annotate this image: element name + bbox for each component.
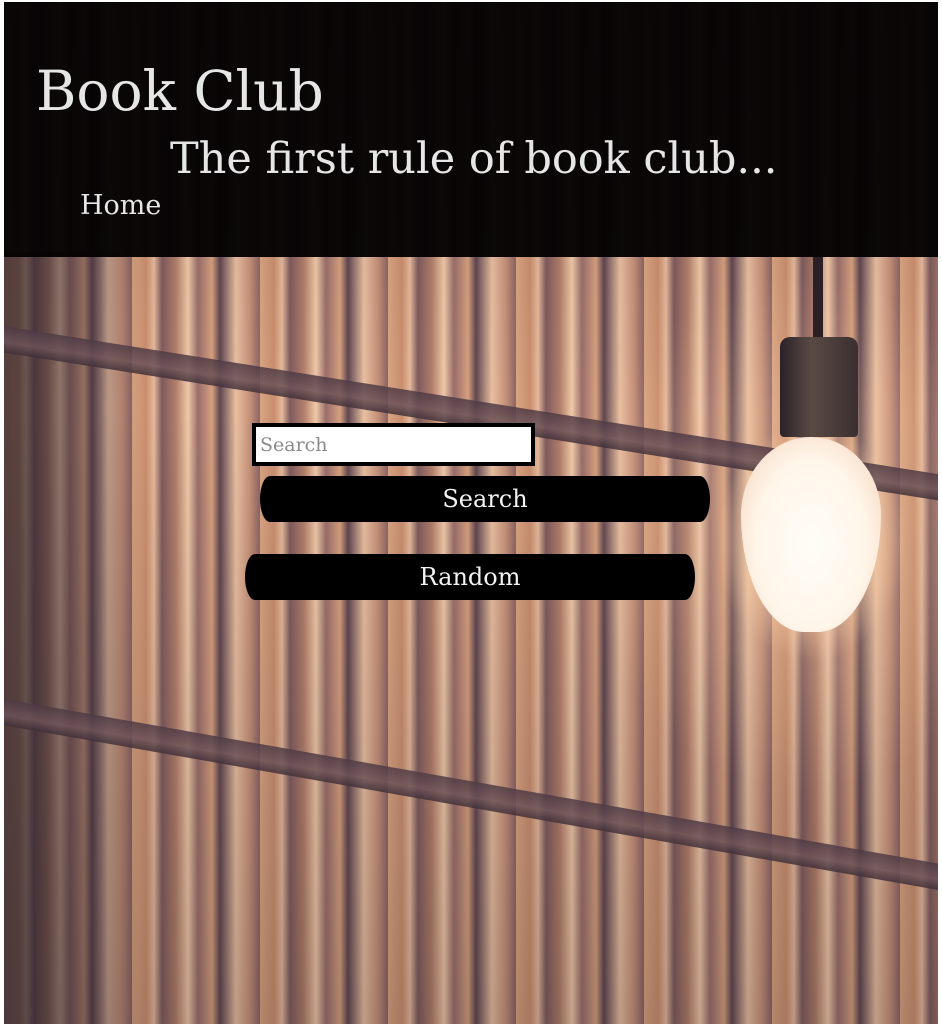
search-button[interactable]: Search	[260, 476, 710, 522]
nav-link-home[interactable]: Home	[80, 190, 161, 222]
search-input[interactable]	[252, 423, 535, 466]
site-tagline: The first rule of book club...	[170, 134, 778, 184]
nav-item-home: Home	[80, 190, 161, 222]
light-bulb-socket	[780, 337, 858, 437]
site-header: Book Club The first rule of book club...…	[4, 2, 938, 257]
light-bulb	[741, 437, 881, 632]
light-bulb-cord	[813, 257, 823, 342]
main-nav: Home	[80, 190, 161, 222]
site-title: Book Club	[36, 59, 324, 123]
page: Book Club The first rule of book club...…	[0, 0, 942, 1026]
random-button[interactable]: Random	[245, 554, 695, 600]
background-shelf	[4, 692, 938, 899]
